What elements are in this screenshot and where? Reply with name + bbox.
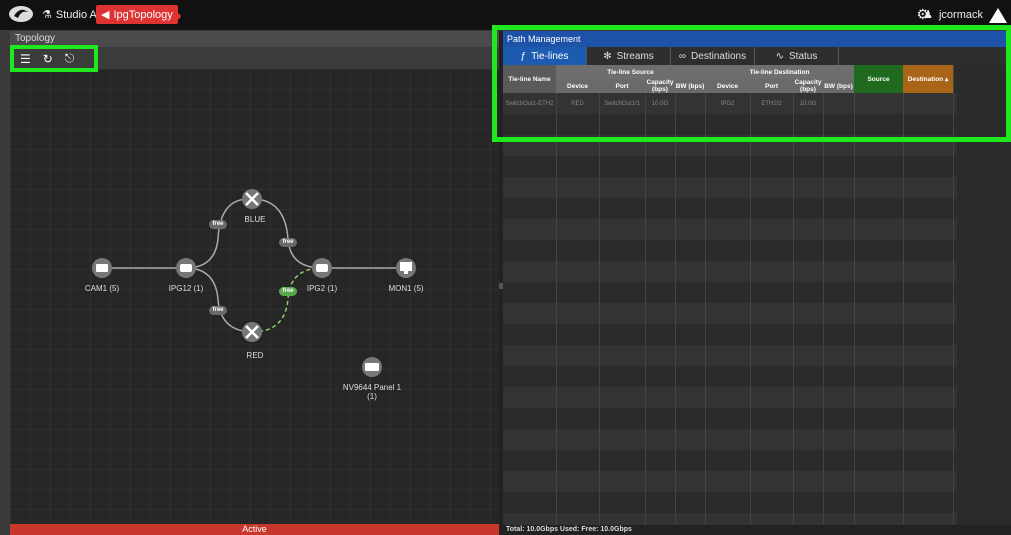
- layout-icon[interactable]: ⎋: [65, 51, 75, 66]
- red-switch-node[interactable]: [242, 322, 262, 342]
- topology-graph: [92, 189, 416, 377]
- topology-toolbar-buttons: ☰ ↻ ⎋: [10, 45, 98, 72]
- breadcrumb-app[interactable]: ◀ IpgTopology: [96, 5, 178, 24]
- share-icon: ◀: [101, 9, 110, 21]
- cam1-label: CAM1 (5): [84, 284, 120, 293]
- user-menu[interactable]: ♟ jcormack: [923, 8, 983, 22]
- ipg2-node[interactable]: [312, 258, 332, 278]
- panel-label: NV9644 Panel 1 (1): [342, 383, 402, 401]
- free-badge-active: free: [279, 287, 297, 296]
- topology-panel: Topology CAM1 (5) IPG12 (1) BLUE RED IPG…: [10, 31, 499, 535]
- blue-switch-node[interactable]: [242, 189, 262, 209]
- cam1-node[interactable]: [92, 258, 112, 278]
- red-label: RED: [246, 351, 264, 360]
- ipg12-node[interactable]: [176, 258, 196, 278]
- studio-icon: ⚗: [42, 9, 52, 21]
- panel-node[interactable]: [362, 357, 382, 377]
- logo-icon: [9, 6, 33, 22]
- free-badge: free: [279, 238, 297, 247]
- mon1-label: MON1 (5): [388, 284, 424, 293]
- ipg12-label: IPG12 (1): [168, 284, 204, 293]
- list-icon[interactable]: ☰: [20, 52, 31, 66]
- refresh-icon[interactable]: ↻: [43, 52, 53, 66]
- capacity-summary: Total: 10.0Gbps Used: Free: 10.0Gbps: [503, 525, 1011, 535]
- pin-icon[interactable]: ●: [174, 8, 182, 23]
- breadcrumb-studio[interactable]: ⚗ Studio A: [42, 8, 97, 22]
- free-badge: free: [209, 306, 227, 315]
- status-bar: Active: [10, 524, 499, 535]
- highlight-box: [492, 25, 1011, 142]
- user-icon: ♟: [923, 9, 933, 21]
- alert-icon[interactable]: [989, 8, 1007, 23]
- ipg2-label: IPG2 (1): [306, 284, 338, 293]
- blue-label: BLUE: [244, 215, 266, 224]
- free-badge: free: [209, 220, 227, 229]
- topology-canvas[interactable]: CAM1 (5) IPG12 (1) BLUE RED IPG2 (1) MON…: [10, 69, 499, 525]
- mon1-node[interactable]: [396, 258, 416, 278]
